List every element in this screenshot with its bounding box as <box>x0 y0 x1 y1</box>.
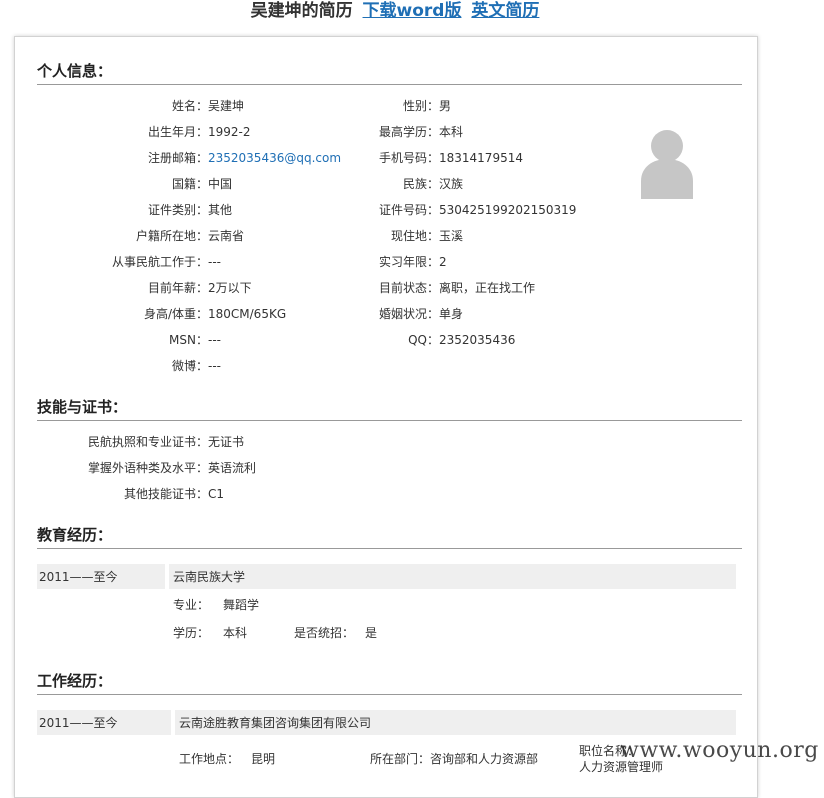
page-title: 吴建坤的简历 下载word版 英文简历 <box>0 0 790 22</box>
field-label: 民族： <box>402 177 439 191</box>
field-value: 玉溪 <box>439 229 464 243</box>
field-label: QQ： <box>408 333 439 347</box>
major-label: 专业： <box>173 598 210 612</box>
field-value: 18314179514 <box>439 151 523 165</box>
work-heading: 工作经历： <box>37 671 742 695</box>
skill-value: 无证书 <box>208 435 245 449</box>
field-value: 2352035436 <box>439 333 516 347</box>
major-value: 舞蹈学 <box>223 598 260 612</box>
field-label: 注册邮箱： <box>147 151 208 165</box>
field-value: 其他 <box>208 203 233 217</box>
field-label: 实习年限： <box>378 255 439 269</box>
download-word-link[interactable]: 下载word版 <box>363 1 462 21</box>
field-value: 单身 <box>439 307 464 321</box>
skills-heading: 技能与证书： <box>37 397 742 421</box>
field-value: 2 <box>439 255 447 269</box>
skill-label: 民航执照和专业证书： <box>87 435 208 449</box>
field-value: 本科 <box>439 125 464 139</box>
avatar-icon <box>641 130 693 199</box>
resume-card: 个人信息： 姓名： 吴建坤 出生年月： 1992-2 注册邮箱： 2352035… <box>14 36 758 798</box>
personal-info-heading: 个人信息： <box>37 61 742 85</box>
field-label: 姓名： <box>171 99 208 113</box>
field-value: 离职，正在找工作 <box>439 281 536 295</box>
field-value: 吴建坤 <box>208 99 245 113</box>
field-label: 最高学历： <box>378 125 439 139</box>
field-label: 国籍： <box>171 177 208 191</box>
dept-label: 所在部门： <box>370 752 431 766</box>
education-heading: 教育经历： <box>37 525 742 549</box>
field-value: 530425199202150319 <box>439 203 577 217</box>
field-label: 证件号码： <box>378 203 439 217</box>
field-value: 男 <box>439 99 452 113</box>
field-label: 户籍所在地： <box>135 229 208 243</box>
field-label: 从事民航工作于： <box>111 255 208 269</box>
watermark: www.wooyun.org <box>620 738 819 763</box>
dept-value: 咨询部和人力资源部 <box>430 752 539 766</box>
english-resume-link[interactable]: 英文简历 <box>471 1 539 21</box>
field-label: 出生年月： <box>147 125 208 139</box>
unified-label: 是否统招： <box>294 626 355 640</box>
field-label: 证件类别： <box>147 203 208 217</box>
work-period: 2011——至今 <box>39 716 118 730</box>
field-value: 中国 <box>208 177 233 191</box>
field-value: 2万以下 <box>208 281 252 295</box>
skill-label: 其他技能证书： <box>123 487 208 501</box>
field-label: 目前状态： <box>378 281 439 295</box>
field-value: 云南省 <box>208 229 245 243</box>
field-value: --- <box>208 359 221 373</box>
field-value: 汉族 <box>439 177 464 191</box>
field-label: 微博： <box>171 359 208 373</box>
field-label: 性别： <box>402 99 439 113</box>
field-label: 婚姻状况： <box>378 307 439 321</box>
field-value: --- <box>208 333 221 347</box>
field-label: 手机号码： <box>378 151 439 165</box>
skill-label: 掌握外语种类及水平： <box>87 461 208 475</box>
field-value: 180CM/65KG <box>208 307 287 321</box>
skill-value: 英语流利 <box>208 461 257 475</box>
education-period: 2011——至今 <box>39 570 118 584</box>
field-label: MSN： <box>169 333 208 347</box>
field-label: 身高/体重： <box>143 307 208 321</box>
field-value: --- <box>208 255 221 269</box>
education-school: 云南民族大学 <box>173 570 246 584</box>
location-label: 工作地点： <box>179 752 240 766</box>
location-value: 昆明 <box>251 752 276 766</box>
degree-value: 本科 <box>223 626 248 640</box>
work-company: 云南途胜教育集团咨询集团有限公司 <box>179 716 372 730</box>
field-value: 1992-2 <box>208 125 251 139</box>
education-school-cell <box>169 564 736 589</box>
skill-value: C1 <box>208 487 225 501</box>
degree-label: 学历： <box>173 626 210 640</box>
field-label: 现住地： <box>390 229 439 243</box>
resume-owner-title: 吴建坤的简历 <box>250 1 353 21</box>
unified-value: 是 <box>365 626 378 640</box>
field-label: 目前年薪： <box>147 281 208 295</box>
